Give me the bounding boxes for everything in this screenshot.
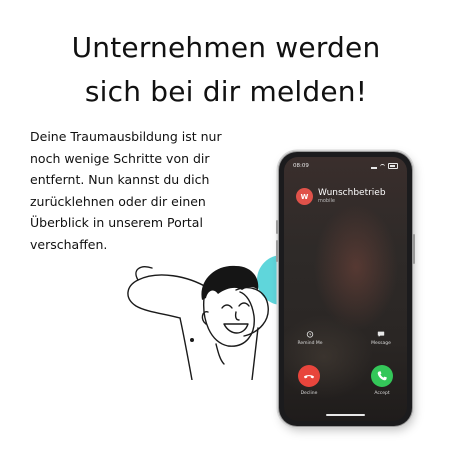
phone-mockup: 08:09 W Wunschbetrieb mobile Remind Me M…	[276, 152, 415, 426]
intro-paragraph: Deine Traumausbildung ist nur noch wenig…	[30, 129, 222, 252]
wifi-icon	[380, 163, 385, 169]
decline-circle[interactable]	[298, 365, 320, 387]
caller-subtitle: mobile	[318, 198, 335, 204]
message-label: Message	[371, 341, 391, 346]
phone-decline-icon	[304, 375, 314, 379]
home-indicator	[326, 414, 365, 416]
accept-button[interactable]: Accept	[362, 365, 402, 396]
remind-me-button[interactable]: Remind Me	[290, 330, 330, 346]
status-bar: 08:09	[293, 163, 398, 169]
decline-button[interactable]: Decline	[289, 365, 329, 396]
incoming-call-screen: 08:09 W Wunschbetrieb mobile Remind Me M…	[284, 157, 407, 421]
phone-volume-button-2	[276, 240, 278, 262]
status-icons	[371, 163, 398, 169]
relaxing-person-illustration	[127, 255, 288, 380]
message-button[interactable]: Message	[361, 330, 401, 346]
heading-line-2: sich bei dir melden!	[84, 75, 368, 108]
phone-accept-icon	[377, 371, 387, 381]
hair-shape	[201, 265, 259, 300]
phone-power-button	[413, 234, 415, 264]
caller-info: W Wunschbetrieb mobile	[296, 188, 386, 205]
alarm-icon	[306, 331, 314, 338]
accept-circle[interactable]	[371, 365, 393, 387]
message-bubble-icon	[377, 331, 385, 337]
smile-mouth	[223, 323, 249, 334]
remind-me-label: Remind Me	[297, 341, 323, 346]
battery-icon	[388, 163, 398, 169]
caller-name: Wunschbetrieb	[318, 188, 386, 198]
signal-icon	[371, 163, 377, 169]
caller-avatar: W	[296, 188, 313, 205]
accept-label: Accept	[374, 391, 390, 396]
heading-line-1: Unternehmen werden	[71, 31, 381, 64]
page-heading: Unternehmen werden sich bei dir melden!	[0, 26, 452, 114]
phone-volume-button	[276, 220, 278, 234]
status-time: 08:09	[293, 163, 309, 169]
decline-label: Decline	[300, 391, 318, 396]
